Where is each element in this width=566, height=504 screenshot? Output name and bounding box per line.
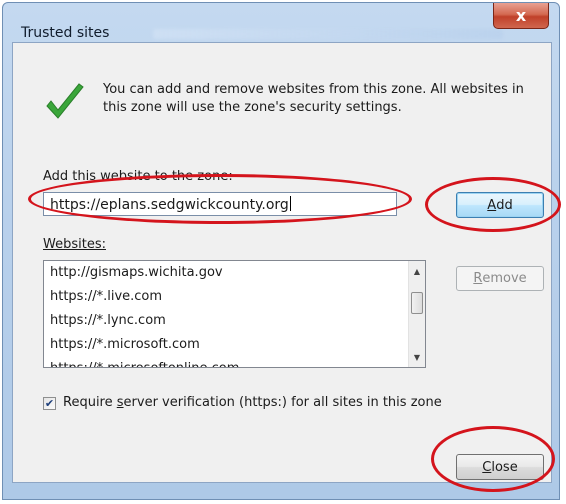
list-item[interactable]: https://*.live.com [44,285,425,309]
title-bar: Trusted sites x [3,3,559,41]
list-scrollbar[interactable]: ▲ ▼ [408,261,425,367]
text-caret [289,196,291,211]
dialog-title: Trusted sites [21,25,110,41]
label-part: Require [63,395,117,410]
require-https-label[interactable]: Require server verification (https:) for… [63,395,442,410]
add-accesskey: A [487,197,497,213]
website-url-input[interactable]: https://eplans.sedgwickcounty.org [43,192,397,216]
background-tabs [153,29,503,39]
list-item[interactable]: https://*.microsoft.com [44,333,425,357]
list-item[interactable]: https://*.lync.com [44,309,425,333]
website-url-value: https://eplans.sedgwickcounty.org [50,197,289,213]
add-button[interactable]: Add [456,192,544,218]
close-accesskey: C [482,459,492,475]
close-icon: x [515,6,527,25]
list-item[interactable]: https://*.microsoftonline.com [44,357,425,367]
trusted-sites-dialog: Trusted sites x You can add and remove w… [2,2,560,500]
dialog-client-area: You can add and remove websites from thi… [12,42,552,483]
remove-button-rest: emove [482,271,527,286]
remove-button[interactable]: Remove [456,266,544,291]
require-https-checkbox[interactable]: ✔ [43,397,56,410]
label-part: erver verification (https:) for all site… [123,395,442,410]
window-close-button[interactable]: x [493,3,549,29]
label-accesskey: s [116,395,124,410]
close-button-rest: lose [491,459,518,475]
list-item[interactable]: http://gismaps.wichita.gov [44,261,425,285]
close-button[interactable]: Close [456,454,544,480]
scroll-up-icon[interactable]: ▲ [409,263,425,279]
websites-list[interactable]: http://gismaps.wichita.gov https://*.liv… [43,260,426,368]
checkmark-glyph-icon: ✔ [44,397,55,410]
checkmark-icon [46,83,84,119]
websites-label: Websites: [43,237,106,252]
add-button-rest: dd [496,197,513,213]
scroll-thumb[interactable] [411,292,423,314]
zone-info-text: You can add and remove websites from thi… [103,82,524,115]
remove-accesskey: R [473,271,483,286]
scroll-down-icon[interactable]: ▼ [409,349,425,365]
add-website-label: Add this website to the zone: [43,169,233,184]
